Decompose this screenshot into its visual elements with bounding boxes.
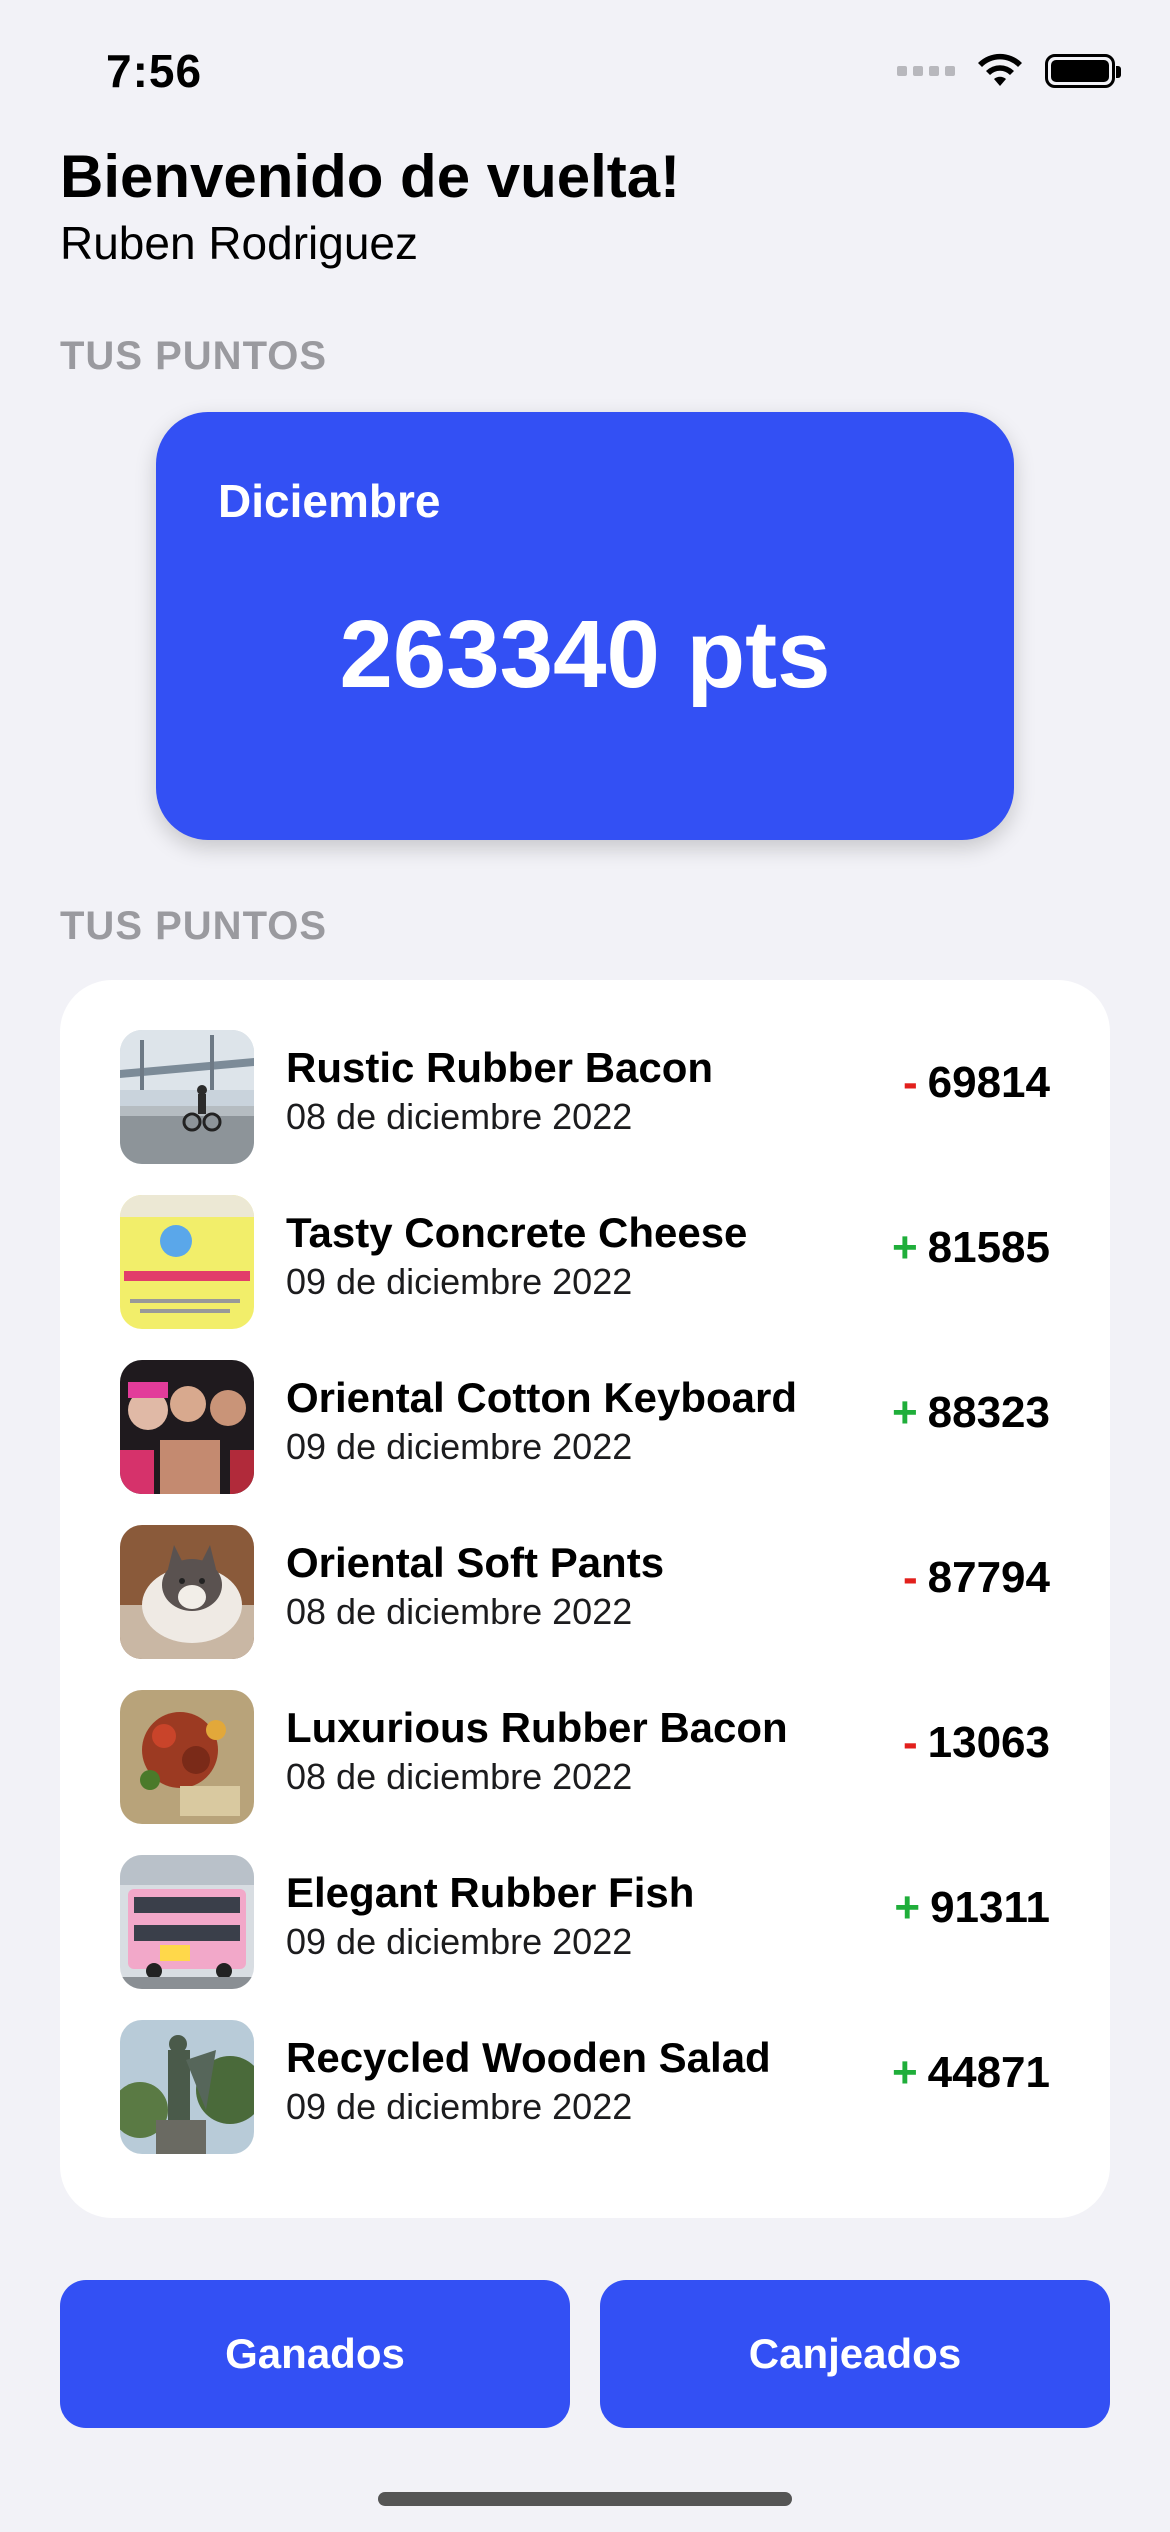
list-item[interactable]: Tasty Concrete Cheese 09 de diciembre 20… bbox=[60, 1179, 1110, 1344]
party-people-photo bbox=[120, 1360, 254, 1494]
points-section-label: TUS PUNTOS bbox=[60, 334, 328, 378]
item-date: 09 de diciembre 2022 bbox=[286, 1426, 633, 1467]
screen: 7:56 Bienvenido de vuelta! Ruben Rodrigu… bbox=[0, 0, 1170, 2532]
status-icons bbox=[897, 52, 1121, 90]
amount-sign: + bbox=[891, 2048, 918, 2097]
list-item[interactable]: Elegant Rubber Fish 09 de diciembre 2022… bbox=[60, 1839, 1110, 2004]
item-title: Oriental Cotton Keyboard bbox=[286, 1374, 798, 1421]
statue-photo bbox=[120, 2020, 254, 2154]
transactions-scroll[interactable]: Rustic Rubber Bacon 08 de diciembre 2022… bbox=[60, 980, 1110, 2218]
item-amount: +44871 bbox=[892, 2048, 1050, 2098]
item-date: 08 de diciembre 2022 bbox=[286, 1096, 633, 1137]
transactions-section-label: TUS PUNTOS bbox=[60, 904, 328, 948]
greeting-title: Bienvenido de vuelta! bbox=[60, 143, 681, 210]
earned-button[interactable]: Ganados bbox=[60, 2280, 570, 2428]
amount-value: 13063 bbox=[927, 1718, 1050, 1767]
amount-sign: + bbox=[891, 1223, 918, 1272]
list-item[interactable]: Rustic Rubber Bacon 08 de diciembre 2022… bbox=[60, 1014, 1110, 1179]
user-name: Ruben Rodriguez bbox=[60, 217, 419, 269]
item-title: Recycled Wooden Salad bbox=[286, 2034, 771, 2081]
amount-value: 81585 bbox=[927, 1223, 1050, 1272]
redeemed-button[interactable]: Canjeados bbox=[600, 2280, 1110, 2428]
home-indicator[interactable] bbox=[378, 2492, 792, 2506]
item-date: 09 de diciembre 2022 bbox=[286, 2086, 633, 2127]
item-title: Oriental Soft Pants bbox=[286, 1539, 665, 1586]
status-time: 7:56 bbox=[106, 45, 203, 97]
battery-icon bbox=[1045, 54, 1121, 88]
cellular-signal-icon bbox=[897, 66, 955, 76]
book-cover-photo bbox=[120, 1195, 254, 1329]
list-item[interactable]: Oriental Cotton Keyboard 09 de diciembre… bbox=[60, 1344, 1110, 1509]
wifi-icon bbox=[978, 53, 1022, 86]
bridge-cyclist-photo bbox=[120, 1030, 254, 1164]
item-amount: -87794 bbox=[903, 1553, 1050, 1603]
list-item-partial[interactable] bbox=[60, 980, 1110, 995]
item-date: 09 de diciembre 2022 bbox=[286, 1261, 633, 1302]
item-amount: +81585 bbox=[892, 1223, 1050, 1273]
item-date: 08 de diciembre 2022 bbox=[286, 1756, 633, 1797]
amount-sign: + bbox=[894, 1883, 921, 1932]
amount-value: 44871 bbox=[927, 2048, 1050, 2097]
amount-value: 88323 bbox=[927, 1388, 1050, 1437]
item-amount: +88323 bbox=[892, 1388, 1050, 1438]
points-total: 263340 pts bbox=[339, 601, 831, 708]
transactions-list[interactable]: Rustic Rubber Bacon 08 de diciembre 2022… bbox=[60, 980, 1110, 2218]
amount-sign: - bbox=[902, 1718, 918, 1767]
item-amount: -13063 bbox=[903, 1718, 1050, 1768]
food-dish-photo bbox=[120, 1690, 254, 1824]
amount-sign: + bbox=[891, 1388, 918, 1437]
item-title: Rustic Rubber Bacon bbox=[286, 1044, 714, 1091]
item-date: 08 de diciembre 2022 bbox=[286, 1591, 633, 1632]
list-item[interactable]: Luxurious Rubber Bacon 08 de diciembre 2… bbox=[60, 1674, 1110, 1839]
list-item[interactable]: Recycled Wooden Salad 09 de diciembre 20… bbox=[60, 2004, 1110, 2169]
list-item[interactable]: Oriental Soft Pants 08 de diciembre 2022… bbox=[60, 1509, 1110, 1674]
amount-value: 69814 bbox=[927, 1058, 1050, 1107]
amount-value: 91311 bbox=[930, 1883, 1050, 1932]
item-date: 09 de diciembre 2022 bbox=[286, 1921, 633, 1962]
item-title: Luxurious Rubber Bacon bbox=[286, 1704, 788, 1751]
amount-sign: - bbox=[902, 1553, 918, 1602]
item-title: Tasty Concrete Cheese bbox=[286, 1209, 748, 1256]
item-amount: -69814 bbox=[903, 1058, 1050, 1108]
amount-sign: - bbox=[902, 1058, 918, 1107]
item-amount: +91311 bbox=[894, 1883, 1050, 1933]
cat-photo bbox=[120, 1525, 254, 1659]
points-month: Diciembre bbox=[218, 475, 441, 527]
item-title: Elegant Rubber Fish bbox=[286, 1869, 695, 1916]
amount-value: 87794 bbox=[927, 1553, 1050, 1602]
points-card: Diciembre 263340 pts bbox=[156, 412, 1014, 840]
pink-bus-photo bbox=[120, 1855, 254, 1989]
